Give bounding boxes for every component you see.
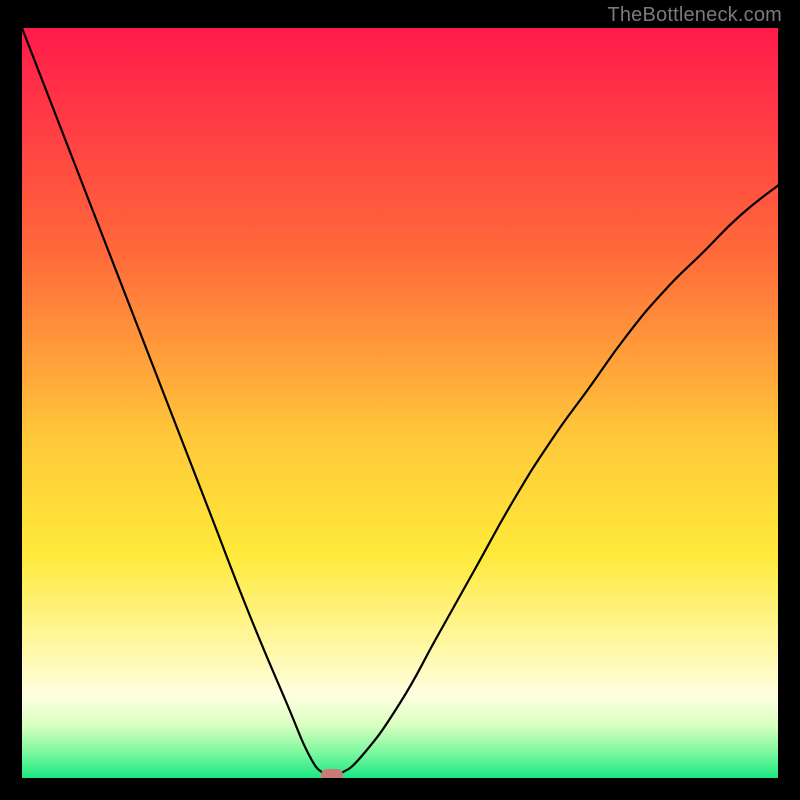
watermark-text: TheBottleneck.com — [607, 4, 782, 27]
min-marker — [321, 769, 343, 778]
chart-svg — [22, 28, 778, 778]
chart-container: TheBottleneck.com — [0, 0, 800, 800]
gradient-background — [22, 28, 778, 778]
plot-area — [22, 28, 778, 778]
